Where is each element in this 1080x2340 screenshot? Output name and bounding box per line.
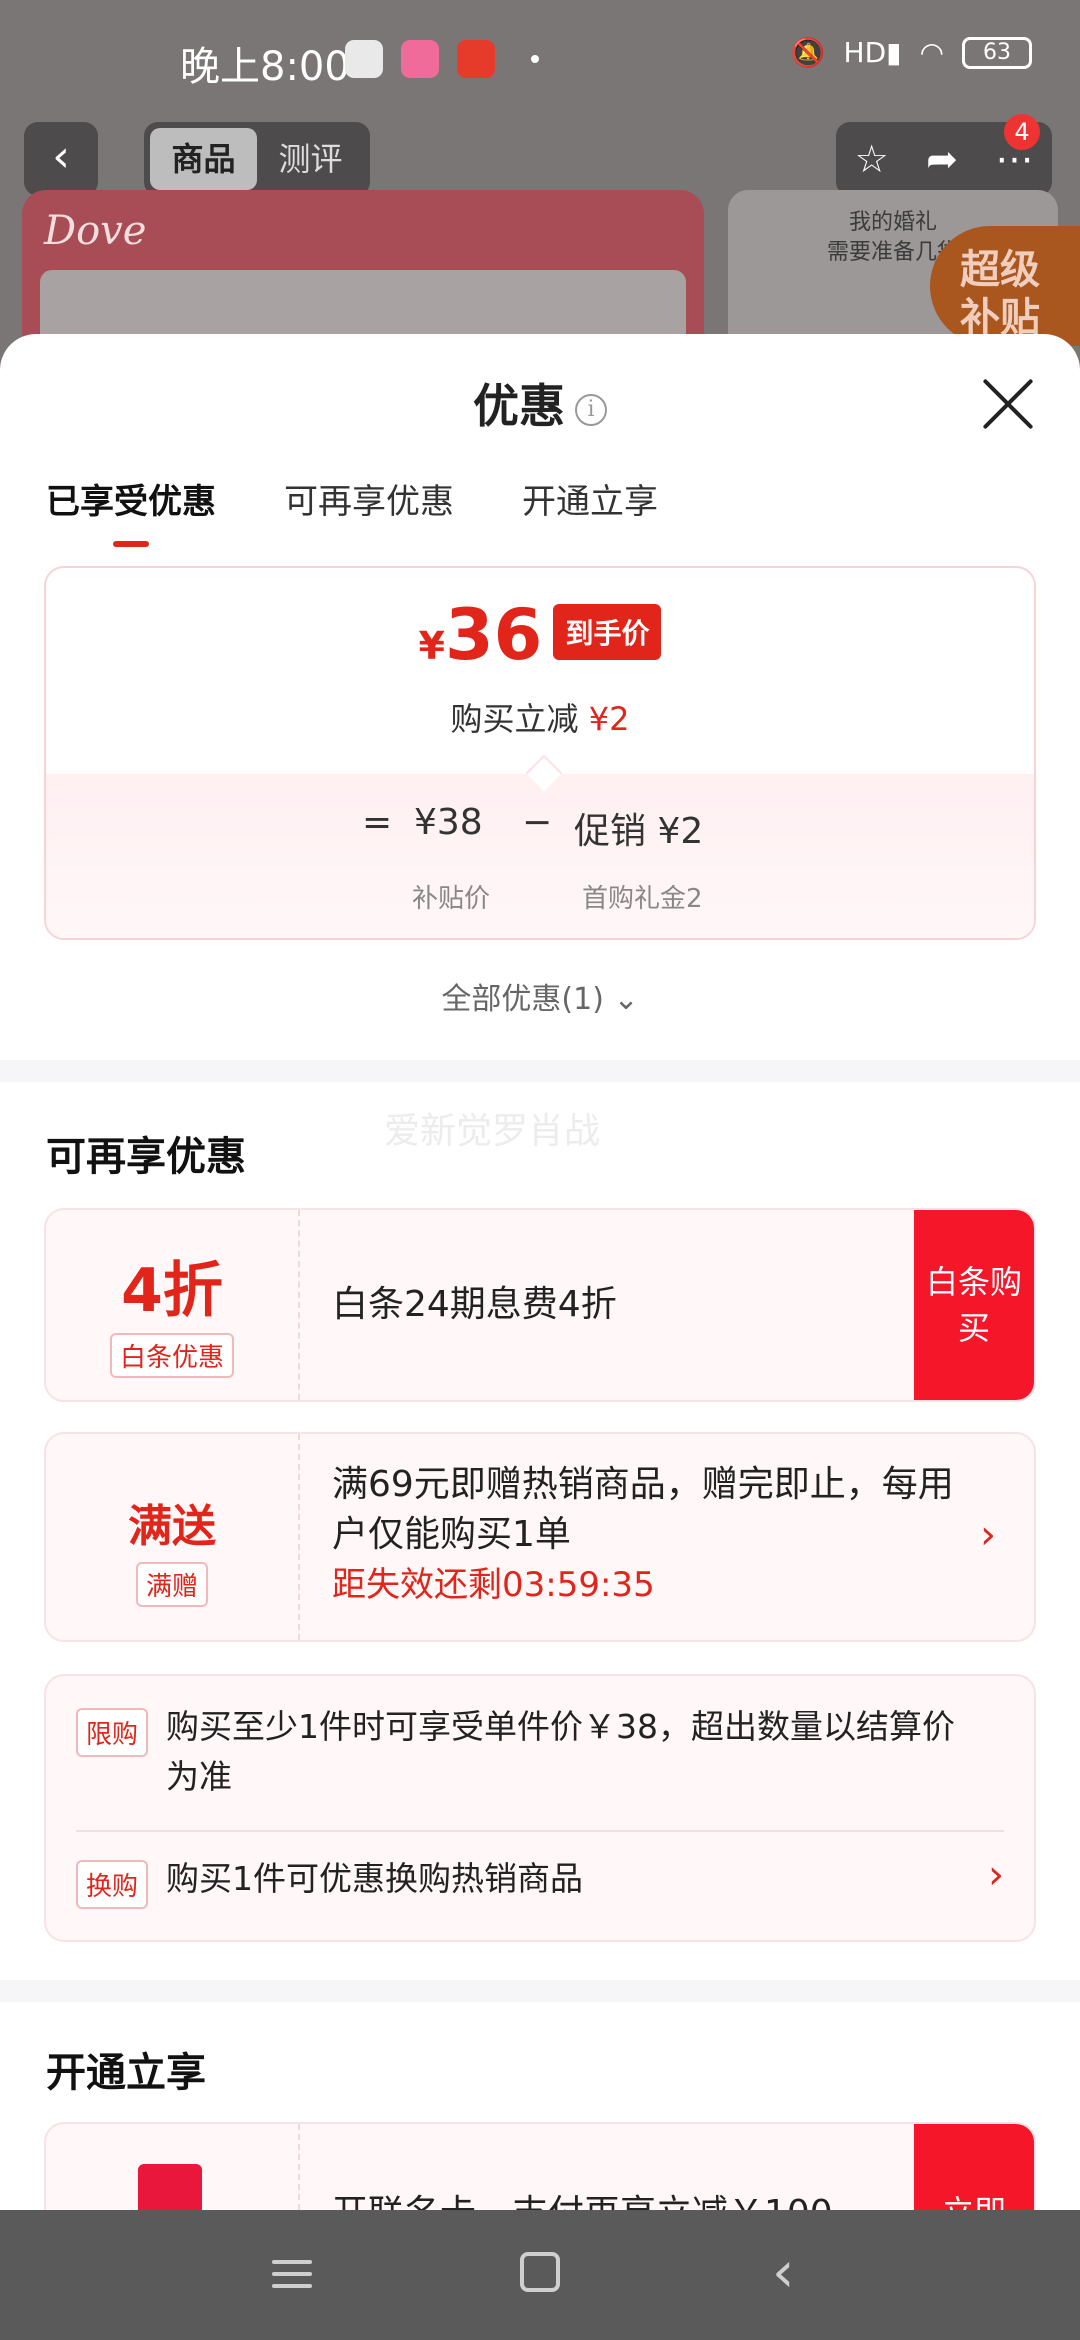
offer-badge: 满送 满赠 [46,1434,300,1640]
tab-product[interactable]: 商品 [150,128,257,190]
offer-chip: 白条优惠 [109,1333,234,1378]
final-price: 36 [444,594,543,676]
super-subsidy-badge: 超级 补贴 [930,226,1080,346]
tab-review[interactable]: 测评 [257,128,364,190]
formula-row: = ¥38 − 促销 ¥2 [46,802,1034,862]
section-title-open: 开通立享 [46,2050,206,2096]
recent-apps-icon[interactable] [272,2252,312,2296]
section-divider [0,1980,1080,2002]
formula-promo-label: 首购礼金2 [582,884,703,914]
offer-main-label: 4折 [121,1256,223,1326]
jd-app-icon [457,40,495,78]
final-price-tag: 到手价 [553,604,662,660]
chevron-right-icon: › [988,1852,1004,1898]
final-price-card: ¥36 到手价 购买立减 ¥2 = ¥38 − 促销 ¥2 补贴价 首购礼金2 [44,566,1036,940]
offer-chip: 满赠 [135,1562,208,1607]
sheet-header: 优惠 i [0,334,1080,474]
close-button[interactable] [980,376,1036,432]
tab-enjoyed[interactable]: 已享受优惠 [46,474,216,547]
all-promos-link[interactable]: 全部优惠(1) ⌄ [0,974,1080,1018]
rule-text: 购买1件可优惠换购热销商品 [166,1859,583,1898]
status-bar: 晚上8:00 🔕 HD▮ ◠ 63 [0,0,1080,120]
play-store-icon [345,40,383,78]
countdown-text: 距失效还剩03:59:35 [332,1565,655,1605]
rule-text: 购买至少1件时可享受单件价￥38，超出数量以结算价为准 [166,1707,955,1796]
rule-row-exchange[interactable]: 换购 购买1件可优惠换购热销商品 › [76,1852,1004,1920]
offer-main-label: 满送 [128,1501,216,1552]
formula-base-label: 补贴价 [412,884,491,914]
back-arrow-icon[interactable]: ‹ [24,122,98,196]
credit-card-icon [138,2164,202,2210]
instant-reduce-row: 购买立减 ¥2 [46,694,1034,740]
final-price-row: ¥36 到手价 [46,594,1034,676]
open-now-button[interactable]: 立即 [914,2124,1034,2210]
formula-minus: − [522,802,553,843]
product-top-nav: ‹ 商品 测评 ☆ ➦ ⋯ 4 [0,114,1080,200]
status-indicators: 🔕 HD▮ ◠ 63 [791,36,1032,69]
baitiao-buy-button[interactable]: 白条购买 [914,1210,1034,1400]
open-card-offer[interactable]: 开联名卡，支付再享立减￥100 立即 [44,2122,1036,2210]
wifi-icon: ◠ [919,36,944,69]
reduce-label: 购买立减 [450,700,579,738]
offer-card-gift[interactable]: 满送 满赠 满69元即赠热销商品，赠完即止，每用户仅能购买1单 距失效还剩03:… [44,1432,1036,1642]
tab-open-to-enjoy[interactable]: 开通立享 [522,474,658,547]
status-app-icons [345,40,539,78]
more-badge: 4 [1004,114,1040,150]
chevron-down-icon: ⌄ [613,982,639,1017]
rule-chip: 换购 [76,1860,149,1909]
rule-separator [76,1830,1004,1832]
sheet-title-text: 优惠 [473,379,565,433]
price-summary: ¥36 到手价 购买立减 ¥2 [46,568,1034,774]
open-card-text: 开联名卡，支付再享立减￥100 [332,2184,833,2210]
rule-chip: 限购 [76,1708,149,1757]
discount-bottom-sheet: 优惠 i 已享受优惠 可再享优惠 开通立享 ¥36 到手价 购买立减 ¥2 = ¥… [0,334,1080,2210]
back-icon[interactable]: ‹ [772,2240,794,2305]
mute-bell-icon: 🔕 [790,36,826,69]
section-divider [0,1060,1080,1082]
purchase-rules-card: 限购 购买至少1件时可享受单件价￥38，超出数量以结算价为准 换购 购买1件可优… [44,1674,1036,1942]
offer-card-baitiao[interactable]: 4折 白条优惠 白条24期息费4折 白条购买 [44,1208,1036,1402]
bilibili-icon [401,40,439,78]
battery-icon: 63 [962,36,1032,69]
tab-more-available[interactable]: 可再享优惠 [284,474,454,547]
formula-promo: 促销 ¥2 [574,811,704,852]
notification-dot-icon [531,55,539,63]
discount-tabs: 已享受优惠 可再享优惠 开通立享 [46,474,658,547]
chevron-right-icon: › [980,1512,996,1558]
rule-row-limit: 限购 购买至少1件时可享受单件价￥38，超出数量以结算价为准 [76,1707,1004,1808]
info-icon[interactable]: i [575,393,607,426]
formula-base-price: ¥38 [414,802,483,843]
formula-equals: = [362,802,393,843]
offer-badge: 4折 白条优惠 [46,1210,300,1400]
nav-actions: ☆ ➦ ⋯ 4 [836,114,1052,196]
status-time: 晚上8:00 [180,44,350,90]
offer-description: 满69元即赠热销商品，赠完即止，每用户仅能购买1单 [332,1464,954,1555]
all-promos-label: 全部优惠(1) [441,982,604,1017]
signal-icon: HD▮ [843,36,902,69]
star-icon[interactable]: ☆ [855,137,889,181]
share-icon[interactable]: ➦ [926,137,958,181]
section-title-more: 可再享优惠 [46,1134,246,1180]
reduce-amount: ¥2 [588,700,630,738]
price-formula: = ¥38 − 促销 ¥2 补贴价 首购礼金2 [46,774,1034,938]
brand-logo: Dove [44,208,147,254]
watermark-text: 爱新觉罗肖战 [384,1111,601,1152]
sheet-title: 优惠 i [0,370,1080,436]
offer-description: 白条24期息费4折 [332,1284,617,1325]
product-tabs: 商品 测评 [144,122,370,196]
currency-symbol: ¥ [418,624,445,668]
system-nav-bar: ‹ [0,2210,1080,2340]
home-icon[interactable] [520,2252,560,2292]
